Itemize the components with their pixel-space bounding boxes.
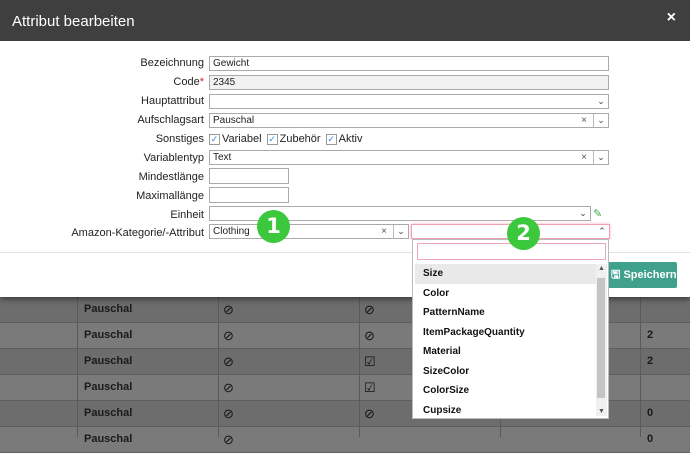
check-icon[interactable]: ✓: [209, 133, 220, 145]
code-input[interactable]: 2345: [209, 75, 609, 90]
scrollbar-thumb[interactable]: [597, 278, 605, 398]
table-cell: Pauschal: [84, 381, 133, 393]
hauptattribut-select[interactable]: ⌄: [209, 94, 609, 109]
forbidden-icon: ⊘: [364, 328, 375, 343]
forbidden-icon: ⊘: [223, 354, 234, 369]
forbidden-icon: ⊘: [223, 380, 234, 395]
checkbox-label: Variabel: [222, 133, 262, 145]
chevron-down-icon[interactable]: ⌄: [593, 114, 608, 127]
scroll-up-icon[interactable]: ▲: [598, 265, 605, 272]
chevron-down-icon[interactable]: ⌄: [576, 207, 590, 220]
variablentyp-select[interactable]: Text × ⌄: [209, 150, 609, 165]
label-code-text: Code: [173, 76, 200, 88]
forbidden-icon: ⊘: [223, 302, 234, 317]
label-code: Code*: [173, 76, 204, 88]
table-cell: Pauschal: [84, 433, 133, 445]
scroll-down-icon[interactable]: ▼: [598, 408, 605, 415]
dropdown-scrollbar[interactable]: ▲ ▼: [596, 264, 607, 416]
check-icon[interactable]: ✓: [266, 133, 278, 145]
forbidden-icon: ⊘: [364, 406, 375, 421]
forbidden-icon: ⊘: [223, 328, 234, 343]
label-einheit: Einheit: [170, 209, 204, 221]
table-cell: 2: [647, 355, 654, 367]
close-icon[interactable]: ×: [667, 9, 676, 27]
table-row[interactable]: Pauschal ⊘ 0: [0, 427, 690, 453]
dropdown-option[interactable]: ItemPackageQuantity: [415, 323, 596, 343]
table-cell: 0: [647, 407, 654, 419]
variablentyp-value: Text: [213, 152, 232, 163]
chevron-up-icon[interactable]: ⌃: [595, 225, 609, 238]
table-cell: Pauschal: [84, 303, 133, 315]
dialog-title: Attribut bearbeiten: [12, 13, 135, 30]
save-icon: 🖫: [611, 269, 621, 281]
chevron-down-icon[interactable]: ⌄: [393, 225, 408, 238]
aufschlagsart-select[interactable]: Pauschal × ⌄: [209, 113, 609, 128]
dropdown-option[interactable]: Cupsize: [415, 401, 596, 421]
dropdown-option[interactable]: Material: [415, 342, 596, 362]
chevron-down-icon[interactable]: ⌄: [594, 95, 608, 108]
label-aufschlagsart: Aufschlagsart: [137, 114, 204, 126]
label-sonstiges: Sonstiges: [155, 133, 204, 145]
label-variablentyp: Variablentyp: [143, 152, 204, 164]
checkbox-label: Zubehör: [279, 133, 321, 145]
amazon-category-select[interactable]: Clothing × ⌄: [209, 224, 409, 239]
dropdown-option[interactable]: Color: [415, 284, 596, 304]
dropdown-option[interactable]: Size: [415, 264, 596, 284]
save-button[interactable]: 🖫 Speichern: [607, 262, 677, 288]
table-cell: Pauschal: [84, 407, 133, 419]
clear-icon[interactable]: ×: [581, 151, 587, 164]
clear-icon[interactable]: ×: [381, 225, 387, 238]
annotation-badge-1: 1: [257, 210, 290, 243]
dropdown-option[interactable]: SizeColor: [415, 362, 596, 382]
dropdown-option[interactable]: PatternName: [415, 303, 596, 323]
checkbox-checked-icon: ☑: [364, 354, 376, 369]
table-cell: Pauschal: [84, 355, 133, 367]
checkbox-zubehoer[interactable]: ✓ Zubehör: [266, 133, 321, 145]
table-cell: 0: [647, 433, 654, 445]
amazon-category-value: Clothing: [213, 226, 250, 237]
clear-icon[interactable]: ×: [581, 114, 587, 127]
dialog-header: Attribut bearbeiten ×: [0, 0, 690, 41]
label-mindestlaenge: Mindestlänge: [138, 171, 204, 183]
table-cell: Pauschal: [84, 329, 133, 341]
checkbox-aktiv[interactable]: ✓ Aktiv: [325, 133, 363, 145]
aufschlagsart-value: Pauschal: [213, 115, 255, 126]
label-bezeichnung: Bezeichnung: [140, 57, 204, 69]
bezeichnung-input[interactable]: Gewicht: [209, 56, 609, 71]
dropdown-option[interactable]: ColorSize: [415, 381, 596, 401]
amazon-attribute-dropdown: Size Color PatternName ItemPackageQuanti…: [412, 239, 609, 419]
forbidden-icon: ⊘: [364, 302, 375, 317]
maximallaenge-input[interactable]: [209, 187, 289, 203]
label-maximallaenge: Maximallänge: [136, 190, 204, 202]
label-hauptattribut: Hauptattribut: [141, 95, 204, 107]
sonstiges-checkbox-group: ✓ Variabel ✓ Zubehör ✓ Aktiv: [209, 133, 365, 145]
forbidden-icon: ⊘: [223, 406, 234, 421]
chevron-down-icon[interactable]: ⌄: [593, 151, 608, 164]
checkbox-checked-icon: ☑: [364, 380, 376, 395]
checkbox-variabel[interactable]: ✓ Variabel: [209, 133, 262, 145]
annotation-badge-2: 2: [507, 217, 540, 250]
table-cell: 2: [647, 329, 654, 341]
save-label: Speichern: [623, 269, 677, 281]
checkbox-label: Aktiv: [338, 133, 363, 145]
mindestlaenge-input[interactable]: [209, 168, 289, 184]
pencil-icon[interactable]: ✎: [593, 207, 602, 220]
required-marker: *: [199, 76, 204, 88]
forbidden-icon: ⊘: [223, 432, 234, 447]
label-amazon: Amazon-Kategorie/-Attribut: [71, 227, 204, 239]
dropdown-options: Size Color PatternName ItemPackageQuanti…: [415, 264, 596, 420]
check-icon[interactable]: ✓: [325, 133, 337, 145]
